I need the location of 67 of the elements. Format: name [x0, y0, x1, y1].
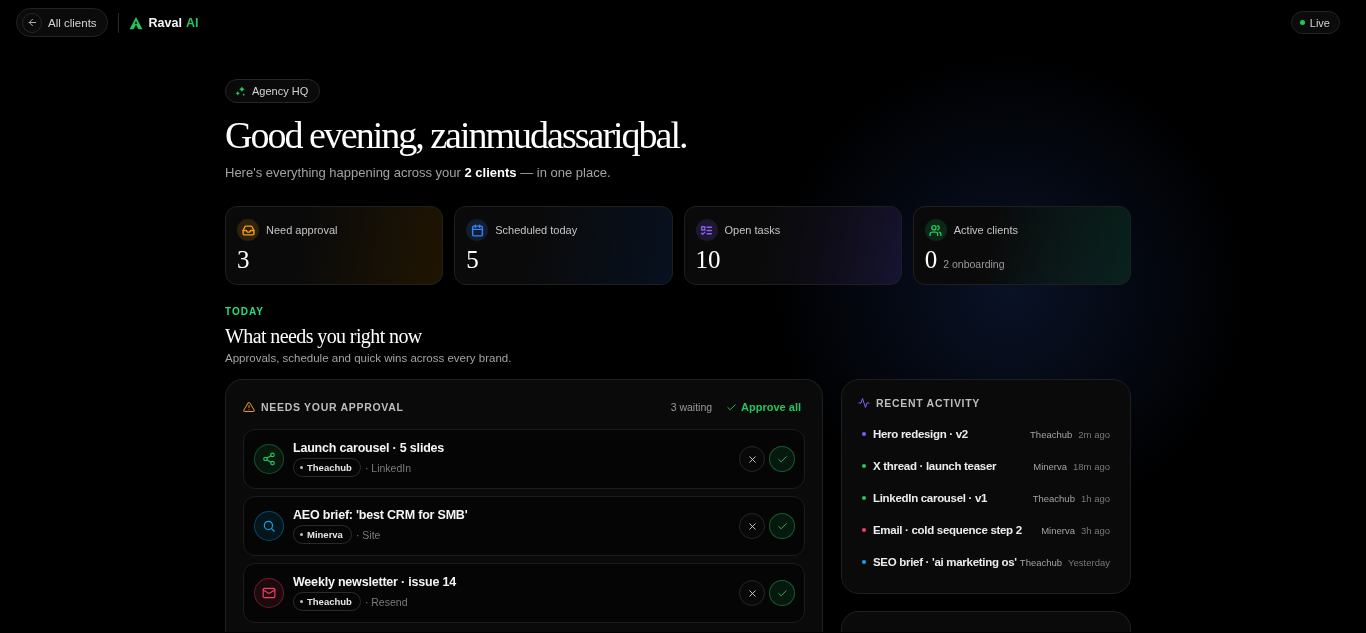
- check-icon: [776, 520, 788, 532]
- reject-button[interactable]: [739, 513, 765, 539]
- activity-title: X thread · launch teaser: [873, 460, 998, 472]
- sparkles-icon: [235, 85, 246, 97]
- activity-time: Yesterday: [1068, 556, 1110, 568]
- stat-label: Active clients: [953, 224, 1018, 236]
- dot-icon: [300, 600, 303, 603]
- stat-value: 0: [924, 246, 938, 274]
- activity-time: 3h ago: [1080, 524, 1110, 536]
- dot-icon: [300, 466, 303, 469]
- status-label: Live: [1309, 16, 1330, 29]
- badge-label: Agency HQ: [252, 85, 309, 97]
- brand-suffix: AI: [185, 15, 199, 30]
- item-title: Launch carousel · 5 slides: [293, 441, 446, 455]
- activity-time: 2m ago: [1078, 428, 1110, 440]
- check-icon: [726, 401, 738, 413]
- close-icon: [746, 587, 758, 599]
- activity-client: Minerva: [1033, 460, 1067, 472]
- approve-all-button[interactable]: Approve all: [726, 401, 801, 413]
- stat-value: 10: [695, 246, 721, 274]
- item-title: Weekly newsletter · issue 14: [293, 575, 457, 589]
- activity-title: SEO brief · 'ai marketing os': [873, 556, 1018, 568]
- section-eyebrow: TODAY: [225, 306, 265, 317]
- pulse-icon: [858, 397, 870, 409]
- card-title: NEEDS YOUR APPROVAL: [261, 401, 404, 413]
- logo-icon: [128, 15, 143, 30]
- item-title: AEO brief: 'best CRM for SMB': [293, 508, 469, 522]
- section-title: What needs you right now: [225, 324, 423, 348]
- client-name: Minerva: [307, 529, 343, 540]
- activity-client: Theachub: [1030, 428, 1073, 440]
- channel-label: · Site: [355, 528, 381, 541]
- channel-label: · Resend: [364, 595, 408, 608]
- activity-client: Minerva: [1041, 524, 1075, 536]
- warning-icon: [243, 401, 255, 413]
- activity-title: Email · cold sequence step 2: [873, 524, 1023, 536]
- reject-button[interactable]: [739, 446, 765, 472]
- summary-text: Here's everything happening across your 2 clients — in one place.: [225, 165, 612, 180]
- stat-note: 2 onboarding: [943, 258, 1005, 270]
- reject-button[interactable]: [739, 580, 765, 606]
- stat-label: Scheduled today: [495, 224, 578, 236]
- channel-label: · LinkedIn: [364, 461, 411, 474]
- activity-time: 1h ago: [1080, 492, 1110, 504]
- section-subtitle: Approvals, schedule and quick wins across every brand.: [225, 352, 513, 364]
- brand-name: Raval: [148, 15, 182, 30]
- stat-label: Open tasks: [724, 224, 781, 236]
- close-icon: [746, 453, 758, 465]
- approve-button[interactable]: [769, 446, 795, 472]
- greeting-heading: Good evening, zainmudassariqbal.: [225, 113, 688, 157]
- check-icon: [776, 587, 788, 599]
- close-icon: [746, 520, 758, 532]
- waiting-count: 3 waiting: [670, 401, 713, 413]
- stat-value: 5: [466, 246, 479, 274]
- dot-icon: [300, 533, 303, 536]
- stat-label: Need approval: [266, 224, 338, 236]
- approve-button[interactable]: [769, 513, 795, 539]
- client-name: Theachub: [307, 462, 352, 473]
- approve-button[interactable]: [769, 580, 795, 606]
- back-button[interactable]: All clients: [16, 8, 108, 37]
- activity-title: Hero redesign · v2: [873, 428, 969, 440]
- stat-value: 3: [237, 246, 250, 274]
- client-name: Theachub: [307, 596, 352, 607]
- activity-client: Theachub: [1032, 492, 1075, 504]
- activity-client: Theachub: [1019, 556, 1063, 568]
- check-icon: [776, 453, 788, 465]
- activity-title: LinkedIn carousel · v1: [873, 492, 989, 504]
- activity-time: 18m ago: [1073, 460, 1110, 472]
- card-title: RECENT ACTIVITY: [876, 397, 981, 409]
